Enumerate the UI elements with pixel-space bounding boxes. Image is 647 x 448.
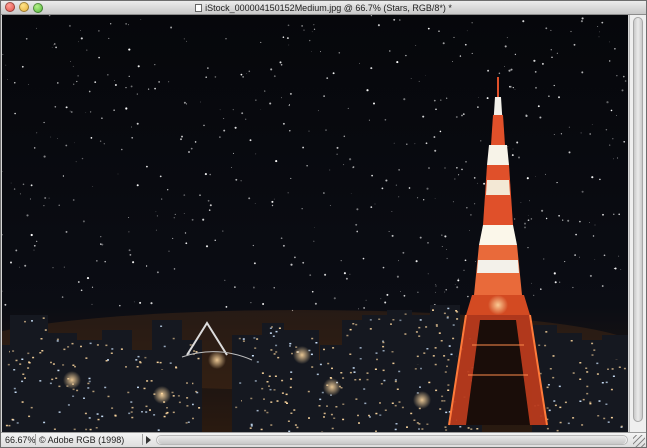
color-profile-info[interactable]: © Adobe RGB (1998) (8bpc) (35, 434, 143, 445)
color-profile-label: Adobe RGB (1998) (8bpc) (47, 435, 125, 445)
vertical-scroll-thumb[interactable] (633, 17, 643, 422)
vertical-scrollbar[interactable] (629, 15, 646, 432)
copyright-symbol: © (39, 435, 46, 445)
image-canvas[interactable] (2, 15, 628, 432)
zoom-level[interactable]: 66.67% (5, 435, 36, 445)
status-bar: 66.67% © Adobe RGB (1998) (8bpc) (1, 432, 646, 447)
resize-grip-icon[interactable] (633, 435, 645, 447)
window-title-group: iStock_000004150152Medium.jpg @ 66.7% (S… (1, 1, 646, 14)
horizontal-scrollbar[interactable] (156, 435, 628, 445)
title-bar[interactable]: iStock_000004150152Medium.jpg @ 66.7% (S… (1, 1, 646, 15)
window-title: iStock_000004150152Medium.jpg @ 66.7% (S… (205, 2, 452, 13)
document-window: iStock_000004150152Medium.jpg @ 66.7% (S… (0, 0, 647, 448)
document-icon (195, 3, 203, 12)
tokyo-night-photo (2, 15, 628, 432)
right-arrow-icon[interactable] (146, 436, 151, 444)
horizontal-scroll-thumb[interactable] (158, 436, 626, 444)
